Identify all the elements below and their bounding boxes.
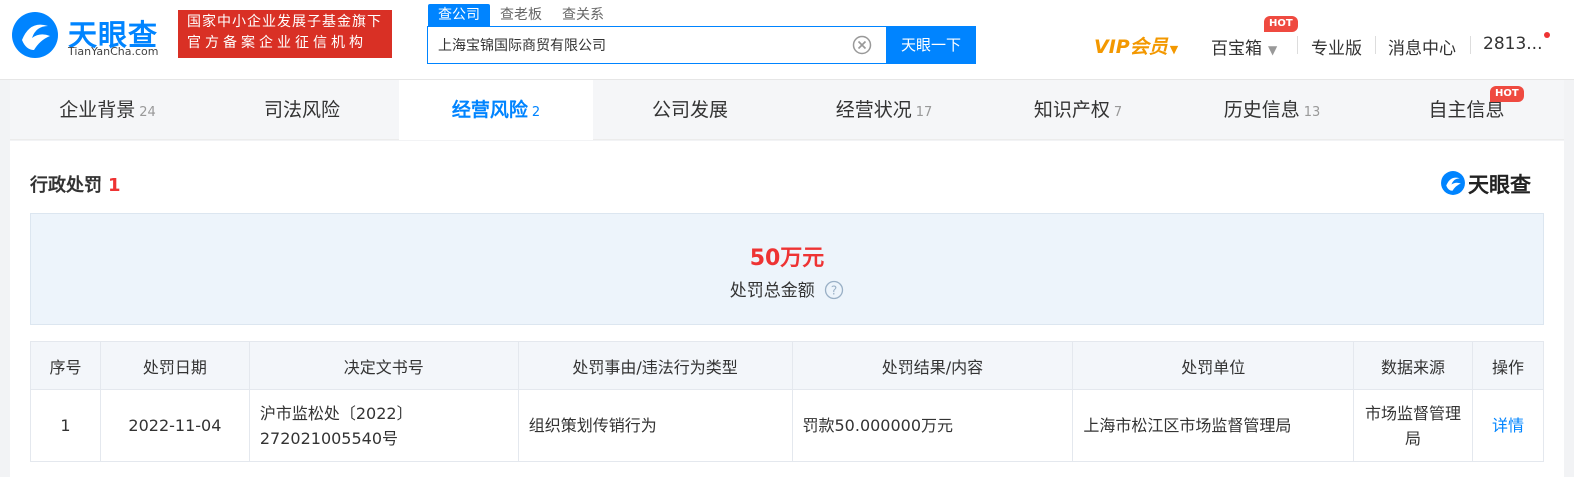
penalty-table: 序号 处罚日期 决定文书号 处罚事由/违法行为类型 处罚结果/内容 处罚单位 数… — [30, 341, 1545, 462]
tab-label: 公司发展 — [651, 99, 728, 121]
tab-label: 司法风险 — [263, 99, 340, 121]
search-box — [427, 26, 887, 64]
tab-history-info[interactable]: 历史信息 13 — [1175, 80, 1369, 140]
nav-divider — [1297, 36, 1298, 54]
tab-search-relation[interactable]: 查关系 — [552, 4, 614, 26]
caret-down-icon: ▼ — [1169, 43, 1179, 56]
col-header-index: 序号 — [30, 341, 101, 390]
notification-dot — [1544, 32, 1550, 38]
vip-member-menu[interactable]: VIP会员 ▼ — [1094, 32, 1178, 59]
tab-label: 经营风险 — [451, 99, 528, 121]
col-header-source: 数据来源 — [1353, 341, 1473, 390]
col-header-doc-no: 决定文书号 — [248, 341, 519, 390]
cell-date: 2022-11-04 — [99, 389, 250, 462]
tianyancha-logo-icon — [1441, 171, 1465, 195]
section-count: 1 — [108, 175, 121, 196]
nav-user-account[interactable]: 2813... — [1483, 34, 1542, 54]
cell-action: 详情 — [1471, 389, 1545, 462]
cell-unit: 上海市松江区市场监督管理局 — [1072, 389, 1355, 462]
tab-label: 知识产权 — [1033, 99, 1110, 121]
search-type-tabs: 查公司 查老板 查关系 — [428, 4, 614, 26]
search-input[interactable] — [438, 27, 838, 63]
table-header-row: 序号 处罚日期 决定文书号 处罚事由/违法行为类型 处罚结果/内容 处罚单位 数… — [30, 341, 1545, 390]
brand-text: 天眼查 — [1468, 173, 1531, 197]
tianyancha-logo-icon — [12, 12, 58, 58]
tab-label: 自主信息 — [1428, 99, 1505, 121]
section-title-text: 行政处罚 — [30, 175, 102, 196]
hot-badge: HOT — [1490, 86, 1524, 102]
col-header-action: 操作 — [1471, 341, 1545, 390]
total-penalty-amount: 50万元 — [749, 246, 825, 271]
svg-text:?: ? — [831, 284, 837, 298]
tab-label: 经营状况 — [835, 99, 912, 121]
total-penalty-label-text: 处罚总金额 — [729, 281, 815, 301]
hot-badge: HOT — [1264, 16, 1298, 32]
cell-doc-no: 沪市监松处〔2022〕272021005540号 — [248, 389, 519, 462]
badge-line-1: 国家中小企业发展子基金旗下 — [187, 14, 382, 30]
section-title: 行政处罚 1 — [30, 171, 121, 197]
col-header-date: 处罚日期 — [99, 341, 250, 390]
tab-company-development[interactable]: 公司发展 — [593, 80, 787, 140]
tab-count: 17 — [915, 105, 933, 120]
details-link[interactable]: 详情 — [1492, 416, 1524, 435]
vip-label: VIP会员 — [1094, 36, 1168, 58]
nav-message-center[interactable]: 消息中心 — [1388, 34, 1456, 59]
top-header: 天眼查 TianYanCha.com 国家中小企业发展子基金旗下 官方备案企业征… — [0, 0, 1574, 80]
tab-operating-status[interactable]: 经营状况 17 — [787, 80, 981, 140]
tab-search-boss[interactable]: 查老板 — [490, 4, 552, 26]
tab-count: 24 — [139, 105, 156, 120]
tab-judicial-risk[interactable]: 司法风险 — [205, 80, 399, 140]
cell-source: 市场监督管理局 — [1353, 389, 1473, 462]
tab-operational-risk[interactable]: 经营风险 2 — [399, 80, 593, 140]
logo-domain: TianYanCha.com — [68, 45, 159, 58]
nav-divider — [1375, 36, 1376, 54]
tab-label: 企业背景 — [59, 99, 136, 121]
tab-search-company[interactable]: 查公司 — [428, 4, 490, 26]
nav-divider — [1470, 36, 1471, 54]
search-button[interactable]: 天眼一下 — [886, 26, 976, 64]
brand-watermark: 天眼查 — [1440, 169, 1544, 197]
category-tabs: 企业背景 24 司法风险 经营风险 2 公司发展 经营状况 17 知识产权 7 历史信息… — [10, 80, 1564, 140]
nav-pro-version[interactable]: 专业版 — [1311, 34, 1362, 59]
caret-down-icon: ▼ — [1268, 43, 1278, 57]
penalty-section: 行政处罚 1 天眼查 50万元 处罚总金额 ? 序号 处罚日期 决定文书号 处罚… — [10, 141, 1564, 477]
tab-count: 2 — [531, 105, 541, 120]
tab-company-background[interactable]: 企业背景 24 — [10, 80, 205, 140]
badge-line-2: 官方备案企业征信机构 — [187, 35, 367, 51]
nav-baobaoxiang-label: 百宝箱 — [1211, 39, 1262, 59]
col-header-reason: 处罚事由/违法行为类型 — [517, 341, 793, 390]
penalty-summary: 50万元 处罚总金额 ? — [30, 213, 1544, 325]
total-penalty-label: 处罚总金额 ? — [31, 276, 1543, 301]
cell-result: 罚款50.000000万元 — [791, 389, 1074, 462]
cell-reason: 组织策划传销行为 — [517, 389, 793, 462]
col-header-result: 处罚结果/内容 — [791, 341, 1074, 390]
clear-input-icon[interactable] — [852, 35, 872, 55]
tab-count: 13 — [1303, 105, 1321, 120]
tab-self-info[interactable]: 自主信息 — [1369, 80, 1564, 140]
tab-count: 7 — [1113, 105, 1123, 120]
help-icon[interactable]: ? — [824, 280, 844, 300]
tab-label: 历史信息 — [1223, 99, 1300, 121]
nav-baobaoxiang[interactable]: 百宝箱 ▼ — [1211, 34, 1277, 59]
table-row: 1 2022-11-04 沪市监松处〔2022〕272021005540号 组织… — [30, 389, 1545, 462]
official-badge: 国家中小企业发展子基金旗下 官方备案企业征信机构 — [178, 10, 392, 58]
tab-intellectual-property[interactable]: 知识产权 7 — [981, 80, 1175, 140]
col-header-unit: 处罚单位 — [1072, 341, 1355, 390]
cell-index: 1 — [30, 389, 101, 462]
site-logo[interactable]: 天眼查 TianYanCha.com — [10, 10, 170, 60]
